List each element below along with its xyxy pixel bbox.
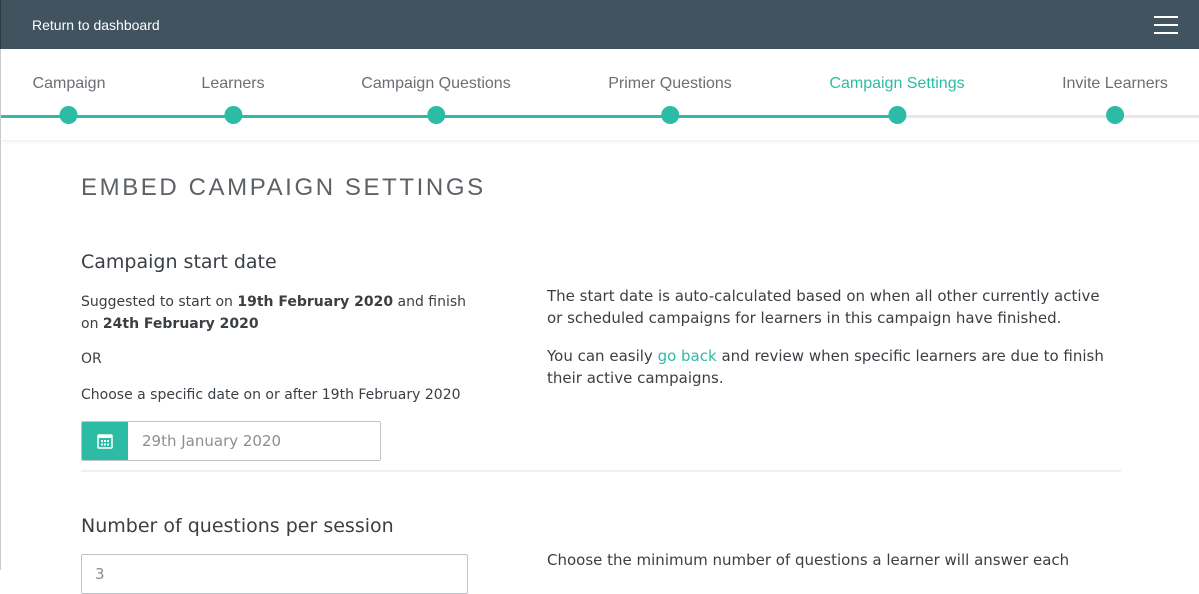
questions-per-session-info: Choose the minimum number of questions a… (547, 551, 1070, 569)
suggested-end-date: 24th February 2020 (102, 316, 259, 332)
start-date-heading: Campaign start date (81, 251, 277, 273)
go-back-link[interactable]: go back (658, 347, 717, 365)
hamburger-line (1154, 23, 1178, 26)
start-date-input[interactable] (128, 422, 380, 460)
step-dot (426, 106, 445, 124)
start-date-info-1: The start date is auto-calculated based … (547, 287, 1100, 327)
page-title: EMBED CAMPAIGN SETTINGS (81, 174, 486, 201)
info-prefix: You can easily (547, 347, 658, 365)
start-date-info-2: You can easily go back and review when s… (547, 345, 1107, 389)
suggest-prefix: Suggested to start on (81, 294, 238, 310)
top-bar: Return to dashboard (0, 0, 1199, 49)
or-label: OR (81, 351, 102, 367)
hamburger-line (1154, 15, 1178, 18)
step-dot (888, 106, 906, 124)
main-content: EMBED CAMPAIGN SETTINGS Campaign start d… (0, 141, 1199, 594)
step-label: Campaign Questions (361, 75, 511, 92)
step-dot (1106, 106, 1124, 124)
step-campaign[interactable]: Campaign (32, 49, 106, 141)
step-label: Invite Learners (1062, 75, 1168, 92)
suggested-start-date: 19th February 2020 (237, 294, 394, 310)
questions-per-session-input[interactable] (81, 554, 468, 594)
progress-stepper: Campaign Learners Campaign Questions Pri… (0, 49, 1199, 141)
step-label: Primer Questions (608, 75, 732, 92)
step-label: Campaign Settings (829, 75, 965, 92)
hamburger-menu-icon[interactable] (1154, 15, 1178, 34)
section-divider (81, 470, 1121, 472)
step-primer-questions[interactable]: Primer Questions (608, 49, 732, 141)
step-label: Learners (201, 75, 265, 92)
step-dot (60, 106, 78, 124)
step-campaign-settings[interactable]: Campaign Settings (829, 49, 965, 141)
step-campaign-questions[interactable]: Campaign Questions (361, 49, 511, 141)
step-learners[interactable]: Learners (201, 49, 265, 141)
step-dot (224, 106, 242, 124)
step-dot (661, 106, 679, 124)
choose-date-label: Choose a specific date on or after 19th … (81, 387, 461, 403)
return-to-dashboard-link[interactable]: Return to dashboard (32, 17, 160, 33)
calendar-icon-graphic (97, 434, 113, 449)
step-invite-learners[interactable]: Invite Learners (1062, 49, 1168, 141)
hamburger-line (1154, 31, 1178, 34)
suggested-dates-text: Suggested to start on 19th February 2020… (81, 291, 471, 335)
calendar-icon[interactable] (82, 422, 128, 460)
questions-per-session-heading: Number of questions per session (81, 515, 394, 537)
start-date-picker (81, 421, 381, 461)
step-label: Campaign (32, 75, 106, 92)
